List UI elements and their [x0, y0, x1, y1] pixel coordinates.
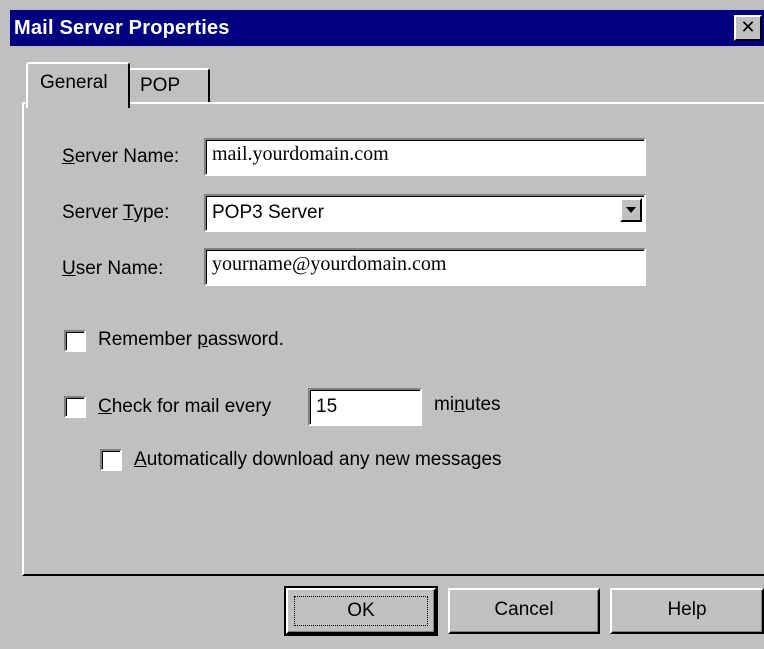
close-button[interactable]: ✕ [734, 15, 762, 41]
tab-general-label: General [40, 72, 108, 93]
auto-download-checkbox[interactable] [100, 449, 122, 471]
check-interval-input[interactable]: 15 [308, 388, 422, 426]
auto-download-label[interactable]: Automatically download any new messages [134, 449, 502, 471]
mail-server-properties-dialog: Mail Server Properties ✕ General POP Ser… [0, 0, 764, 649]
server-name-label: Server Name: [62, 146, 180, 167]
title-bar: Mail Server Properties ✕ [10, 10, 764, 46]
tab-pop[interactable]: POP [128, 68, 210, 102]
minutes-label: minutes [434, 394, 501, 415]
tab-general[interactable]: General [26, 62, 130, 108]
server-type-label: Server Type: [62, 202, 170, 223]
ok-button[interactable]: OK [284, 586, 438, 636]
user-name-input[interactable]: yourname@yourdomain.com [204, 248, 646, 286]
ok-button-label: OK [294, 596, 428, 626]
close-icon: ✕ [740, 17, 756, 38]
remember-password-checkbox[interactable] [64, 330, 86, 352]
server-type-value: POP3 Server [212, 202, 324, 223]
check-mail-checkbox[interactable] [64, 396, 86, 418]
dialog-title: Mail Server Properties [14, 17, 230, 39]
chevron-down-icon[interactable] [620, 198, 642, 222]
user-name-label: User Name: [62, 258, 164, 279]
check-mail-label[interactable]: Check for mail every [98, 396, 271, 418]
cancel-button[interactable]: Cancel [448, 588, 600, 634]
remember-password-label[interactable]: Remember password. [98, 329, 284, 351]
server-name-input[interactable]: mail.yourdomain.com [204, 138, 646, 176]
help-button[interactable]: Help [610, 588, 764, 634]
server-type-select[interactable]: POP3 Server [204, 194, 646, 232]
tab-pop-label: POP [140, 75, 181, 96]
